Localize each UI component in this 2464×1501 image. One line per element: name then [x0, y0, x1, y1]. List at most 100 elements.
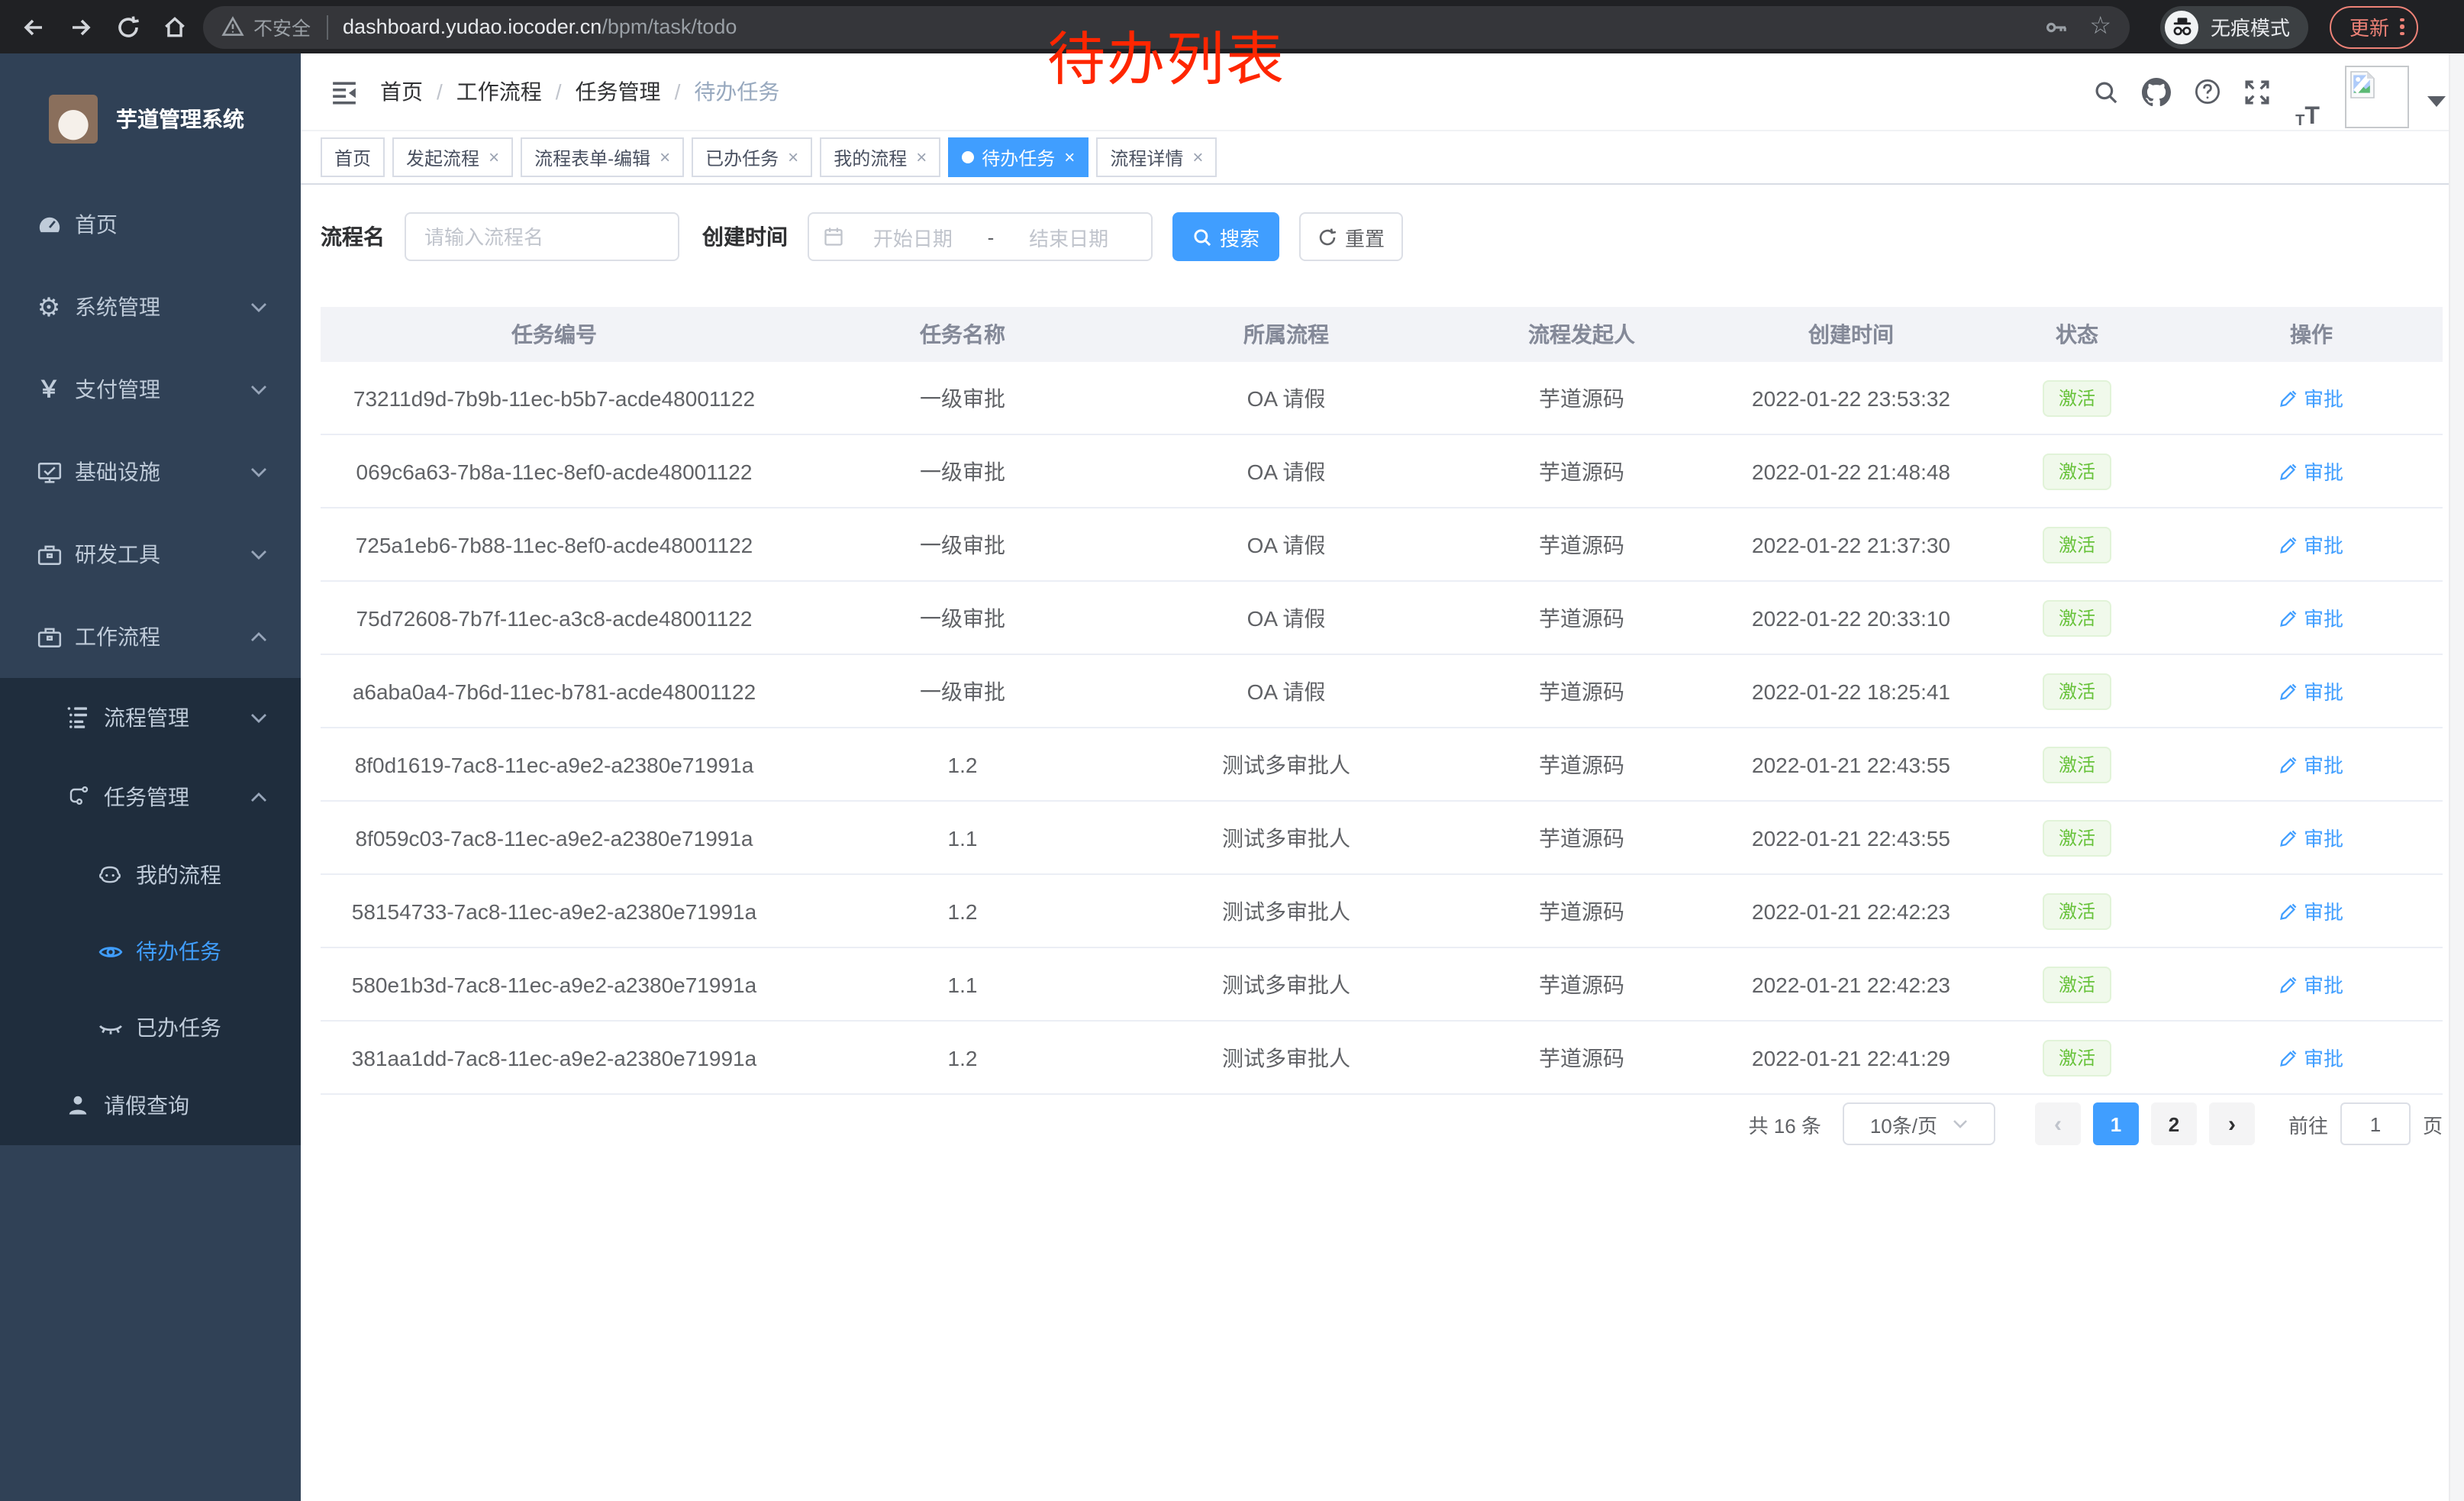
edit-pencil-icon: [2279, 975, 2298, 993]
not-secure-warning-icon[interactable]: [221, 15, 244, 38]
close-icon[interactable]: ×: [788, 148, 798, 166]
browser-menu-kebab-icon[interactable]: [2400, 18, 2404, 36]
reload-icon[interactable]: [104, 4, 151, 50]
edit-pencil-icon: [2279, 902, 2298, 920]
sidebar-item-home[interactable]: 首页: [0, 183, 301, 266]
font-size-icon[interactable]: TT: [2282, 53, 2333, 130]
approve-link[interactable]: 审批: [2279, 676, 2343, 705]
sidebar-item-done-tasks[interactable]: 已办任务: [0, 989, 301, 1066]
reset-button[interactable]: 重置: [1299, 212, 1403, 261]
gear-icon: ⚙: [35, 294, 63, 320]
breadcrumb-home[interactable]: 首页: [380, 76, 423, 107]
sidebar-item-infrastructure[interactable]: 基础设施: [0, 431, 301, 513]
tab-todo-tasks[interactable]: 待办任务×: [948, 137, 1088, 177]
bookmark-star-icon[interactable]: ☆: [2089, 15, 2111, 39]
page-button-1[interactable]: 1: [2093, 1102, 2139, 1145]
task-name: 一级审批: [920, 386, 1005, 410]
approve-link[interactable]: 审批: [2279, 530, 2343, 559]
next-page-button[interactable]: ›: [2209, 1102, 2255, 1145]
browser-update-button[interactable]: 更新: [2330, 5, 2417, 48]
table-row: 580e1b3d-7ac8-11ec-a9e2-a2380e71991a 1.1…: [321, 947, 2443, 1021]
end-date-placeholder[interactable]: 结束日期: [1000, 222, 1137, 251]
breadcrumb: 首页 / 工作流程 / 任务管理 / 待办任务: [380, 76, 779, 107]
fullscreen-icon[interactable]: [2232, 53, 2282, 130]
sidebar: 芋道管理系统 首页 ⚙ 系统管理 ￥ 支付管理: [0, 53, 301, 1501]
sidebar-item-payment[interactable]: ￥ 支付管理: [0, 348, 301, 431]
chevron-down-icon: [1953, 1119, 1968, 1128]
avatar-caret-down-icon[interactable]: [2427, 95, 2446, 106]
tab-process-detail[interactable]: 流程详情×: [1096, 137, 1217, 177]
approve-link[interactable]: 审批: [2279, 970, 2343, 999]
edit-pencil-icon: [2279, 1048, 2298, 1067]
sidebar-item-system[interactable]: ⚙ 系统管理: [0, 266, 301, 348]
avatar[interactable]: [2345, 65, 2409, 128]
tab-start-process[interactable]: 发起流程×: [392, 137, 513, 177]
home-icon[interactable]: [151, 4, 198, 50]
tabs-bar: 首页 发起流程× 流程表单-编辑× 已办任务× 我的流程× 待办任务× 流程详情…: [301, 131, 2464, 185]
sidebar-item-task-management[interactable]: 任务管理: [0, 757, 301, 837]
page-size-select[interactable]: 10条/页: [1843, 1102, 1995, 1145]
sidebar-item-leave-query[interactable]: 请假查询: [0, 1066, 301, 1145]
search-icon[interactable]: [2081, 53, 2131, 130]
monitor-check-icon: [35, 459, 63, 485]
task-name: 一级审批: [920, 605, 1005, 630]
table-row: 381aa1dd-7ac8-11ec-a9e2-a2380e71991a 1.2…: [321, 1021, 2443, 1094]
close-icon[interactable]: ×: [1192, 148, 1203, 166]
col-process: 所属流程: [1137, 307, 1435, 362]
approve-link[interactable]: 审批: [2279, 1043, 2343, 1072]
approve-link[interactable]: 审批: [2279, 603, 2343, 632]
breadcrumb-workflow[interactable]: 工作流程: [456, 76, 542, 107]
task-process: 测试多审批人: [1222, 825, 1350, 850]
page-button-2[interactable]: 2: [2151, 1102, 2197, 1145]
col-task-name: 任务名称: [788, 307, 1137, 362]
breadcrumb-task-management[interactable]: 任务管理: [576, 76, 661, 107]
tab-done-tasks[interactable]: 已办任务×: [692, 137, 812, 177]
close-icon[interactable]: ×: [916, 148, 927, 166]
broken-image-icon: [2350, 69, 2375, 98]
task-starter: 芋道源码: [1539, 1045, 1624, 1070]
status-badge: 激活: [2043, 526, 2111, 563]
sidebar-item-dev-tools[interactable]: 研发工具: [0, 513, 301, 596]
sidebar-item-todo-tasks[interactable]: 待办任务: [0, 913, 301, 989]
status-badge: 激活: [2043, 746, 2111, 783]
approve-link[interactable]: 审批: [2279, 383, 2343, 412]
sidebar-item-workflow[interactable]: 工作流程: [0, 596, 301, 678]
sidebar-item-my-processes[interactable]: 我的流程: [0, 837, 301, 913]
date-range-picker[interactable]: 开始日期 - 结束日期: [808, 212, 1153, 261]
app-logo-avatar: [49, 94, 98, 143]
task-name: 一级审批: [920, 459, 1005, 483]
scrollbar[interactable]: [2449, 53, 2464, 1501]
close-icon[interactable]: ×: [1064, 148, 1075, 166]
app-window: 芋道管理系统 首页 ⚙ 系统管理 ￥ 支付管理: [0, 53, 2464, 1501]
forward-icon[interactable]: [56, 4, 104, 50]
tab-my-processes[interactable]: 我的流程×: [820, 137, 940, 177]
approve-link[interactable]: 审批: [2279, 823, 2343, 852]
goto-page-input[interactable]: [2340, 1102, 2411, 1145]
prev-page-button[interactable]: ‹: [2035, 1102, 2081, 1145]
task-name: 1.1: [948, 825, 978, 850]
approve-link[interactable]: 审批: [2279, 457, 2343, 486]
tab-home[interactable]: 首页: [321, 137, 385, 177]
app-logo-row[interactable]: 芋道管理系统: [0, 53, 301, 183]
back-icon[interactable]: [9, 4, 56, 50]
search-button[interactable]: 搜索: [1172, 212, 1279, 261]
approve-link[interactable]: 审批: [2279, 896, 2343, 925]
help-icon[interactable]: [2182, 53, 2232, 130]
col-starter: 流程发起人: [1435, 307, 1728, 362]
task-id: 725a1eb6-7b88-11ec-8ef0-acde48001122: [356, 532, 753, 557]
process-name-input[interactable]: [405, 212, 679, 261]
sidebar-toggle-hamburger-icon[interactable]: [316, 64, 371, 119]
task-id: 8f059c03-7ac8-11ec-a9e2-a2380e71991a: [355, 825, 753, 850]
github-icon[interactable]: [2131, 53, 2182, 130]
start-date-placeholder[interactable]: 开始日期: [844, 222, 982, 251]
close-icon[interactable]: ×: [660, 148, 670, 166]
address-bar[interactable]: 不安全 dashboard.yudao.iocoder.cn/bpm/task/…: [203, 5, 2130, 48]
close-icon[interactable]: ×: [489, 148, 499, 166]
task-starter: 芋道源码: [1539, 752, 1624, 776]
approve-link[interactable]: 审批: [2279, 750, 2343, 779]
password-key-icon[interactable]: [2043, 15, 2068, 39]
tab-process-form-edit[interactable]: 流程表单-编辑×: [521, 137, 684, 177]
status-badge: 激活: [2043, 819, 2111, 856]
edit-pencil-icon: [2279, 755, 2298, 773]
sidebar-item-process-management[interactable]: 流程管理: [0, 678, 301, 757]
